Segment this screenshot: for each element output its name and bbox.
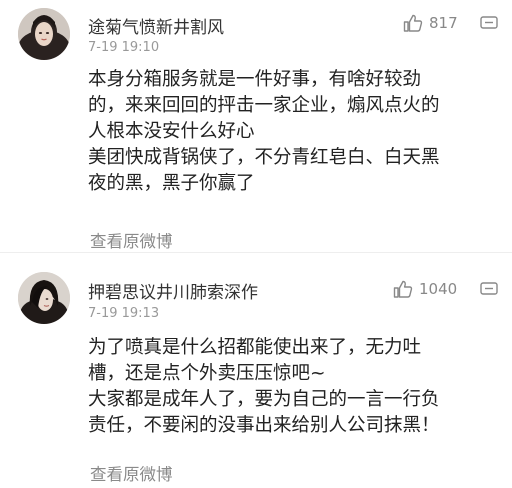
comment-text-line: 夜的黑，黑子你赢了 [88, 173, 255, 194]
comment-text-line: 本身分箱服务就是一件好事，有啥好较劲 [88, 69, 422, 90]
comment-text: 为了喷真是什么招都能使出来了，无力吐 槽，还是点个外卖压压惊吧~ 大家都是成年人… [88, 335, 498, 439]
comment-text-line: 的，来来回回的抨击一家企业，煽风点火的 [88, 95, 440, 116]
view-original-weibo-link[interactable]: 查看原微博 [90, 461, 173, 485]
username[interactable]: 押碧思议井川肺索深作 [88, 278, 258, 303]
avatar-image [18, 8, 70, 60]
comment-text: 本身分箱服务就是一件好事，有啥好较劲 的，来来回回的抨击一家企业，煽风点火的 人… [88, 67, 498, 197]
comment-text-line: 大家都是成年人了，要为自己的一言一行负 [88, 389, 440, 410]
comment-text-line: 人根本没安什么好心 [88, 121, 255, 142]
comment-menu-icon[interactable] [480, 282, 498, 297]
comment-menu-icon[interactable] [480, 16, 498, 31]
view-original-weibo-link[interactable]: 查看原微博 [90, 228, 173, 252]
like-count: 817 [429, 14, 458, 32]
thumbs-up-icon [393, 280, 413, 298]
comment-text-line: 槽，还是点个外卖压压惊吧~ [88, 363, 326, 384]
comment-item: 途菊气愤新井割风 7-19 19:10 817 本身分箱服务就是一件好事，有啥好… [0, 0, 512, 252]
like-button[interactable]: 1040 [393, 280, 457, 298]
timestamp: 7-19 19:13 [88, 306, 160, 321]
timestamp: 7-19 19:10 [88, 40, 160, 55]
avatar[interactable] [18, 8, 70, 60]
comment-text-line: 美团快成背锅侠了，不分青红皂白、白天黑 [88, 147, 440, 168]
divider [0, 252, 512, 253]
avatar-image [18, 272, 70, 324]
thumbs-up-icon [403, 14, 423, 32]
username[interactable]: 途菊气愤新井割风 [88, 13, 224, 38]
comment-item: 押碧思议井川肺索深作 7-19 19:13 1040 为了喷真是什么招都能使出来… [0, 258, 512, 488]
like-button[interactable]: 817 [403, 14, 458, 32]
comment-text-line: 责任，不要闲的没事出来给别人公司抹黑！ [88, 415, 440, 436]
avatar[interactable] [18, 272, 70, 324]
like-count: 1040 [419, 280, 458, 298]
comment-text-line: 为了喷真是什么招都能使出来了，无力吐 [88, 337, 422, 358]
